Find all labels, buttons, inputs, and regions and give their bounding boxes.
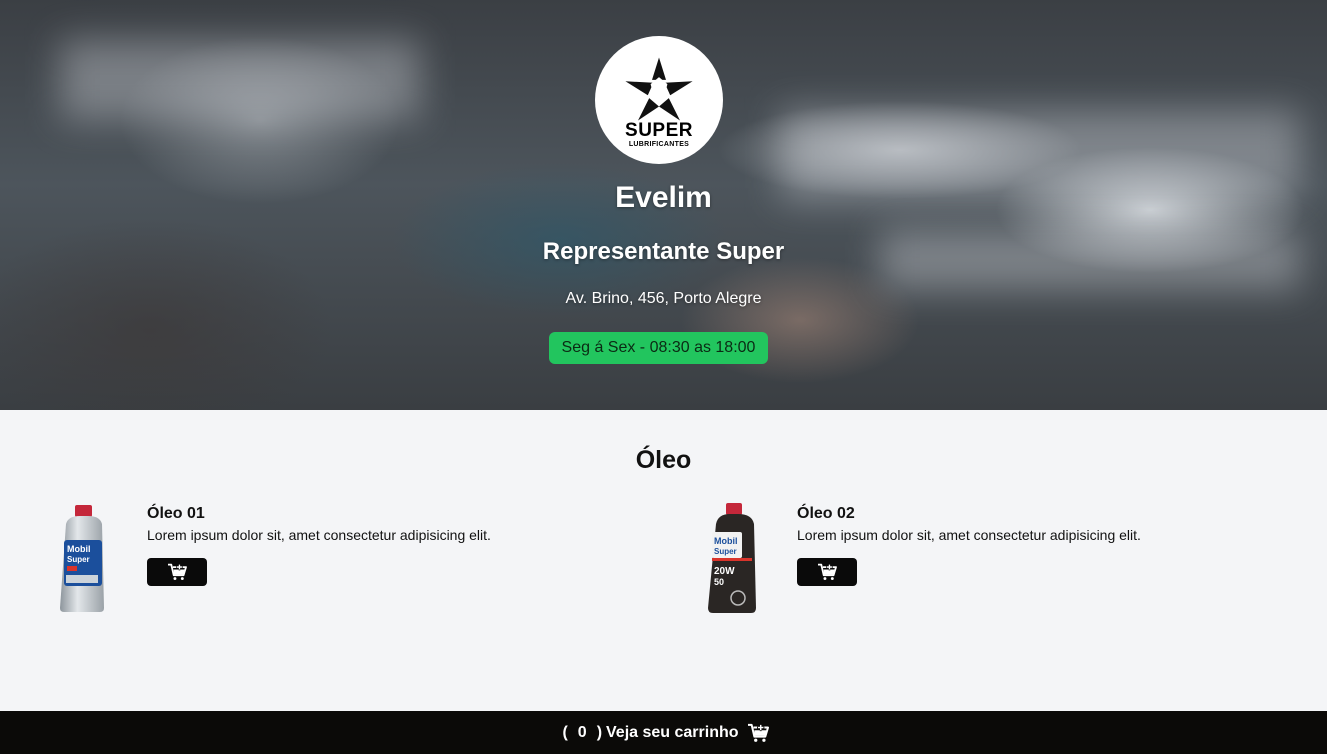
svg-text:20W: 20W bbox=[714, 566, 735, 577]
store-logo: SUPER LUBRIFICANTES bbox=[595, 36, 723, 164]
svg-text:50: 50 bbox=[714, 577, 724, 587]
svg-text:Super: Super bbox=[67, 555, 90, 564]
cart-plus-icon bbox=[818, 563, 837, 581]
cart-plus-icon bbox=[168, 563, 187, 581]
add-to-cart-button[interactable] bbox=[797, 558, 857, 586]
cart-count-close-paren: ) bbox=[596, 723, 603, 741]
oil-bottle-image: Mobil Super 20W 50 bbox=[708, 503, 756, 613]
product-description: Lorem ipsum dolor sit, amet consectetur … bbox=[797, 527, 1141, 543]
add-to-cart-button[interactable] bbox=[147, 558, 207, 586]
svg-text:Mobil: Mobil bbox=[67, 544, 91, 554]
hero-banner: SUPER LUBRIFICANTES Evelim Representante… bbox=[0, 0, 1327, 410]
store-name: Evelim bbox=[615, 181, 712, 214]
svg-text:Super: Super bbox=[714, 547, 737, 556]
product-card: Mobil Super Óleo 01 Lorem ipsum dolor si… bbox=[50, 500, 650, 620]
category-title: Óleo bbox=[635, 446, 692, 474]
product-description: Lorem ipsum dolor sit, amet consectetur … bbox=[147, 527, 491, 543]
view-cart-label: Veja seu carrinho bbox=[606, 723, 739, 741]
view-cart-bar[interactable]: ( 0 ) Veja seu carrinho bbox=[0, 711, 1327, 754]
logo-subtitle: LUBRIFICANTES bbox=[628, 140, 690, 148]
cart-count: 0 bbox=[577, 723, 587, 741]
logo-wordmark: SUPER bbox=[625, 119, 693, 141]
star-logo-icon bbox=[625, 57, 693, 120]
opening-hours-badge: Seg á Sex - 08:30 as 18:00 bbox=[549, 332, 768, 364]
cart-plus-icon bbox=[747, 723, 769, 742]
oil-bottle-image: Mobil Super bbox=[60, 505, 104, 612]
store-role: Representante Super bbox=[542, 238, 785, 265]
svg-text:Mobil: Mobil bbox=[714, 536, 738, 546]
store-address: Av. Brino, 456, Porto Alegre bbox=[565, 290, 762, 307]
cart-count-open-paren: ( bbox=[562, 723, 568, 741]
product-name: Óleo 02 bbox=[797, 505, 855, 522]
product-card: Mobil Super 20W 50 Óleo 02 Lorem ipsum d… bbox=[700, 500, 1300, 620]
product-name: Óleo 01 bbox=[147, 505, 205, 522]
